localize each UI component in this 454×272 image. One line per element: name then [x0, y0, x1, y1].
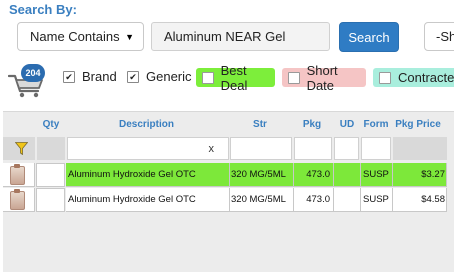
- header-str[interactable]: Str: [229, 112, 291, 137]
- qty-input[interactable]: [36, 188, 65, 212]
- search-input[interactable]: Aluminum NEAR Gel: [151, 22, 330, 51]
- short-date-label: Short Date: [306, 62, 338, 93]
- pkg-filter-input[interactable]: [294, 137, 332, 160]
- clear-filter-icon[interactable]: x: [209, 143, 215, 155]
- table-row[interactable]: Aluminum Hydroxide Gel OTC 320 MG/5ML 47…: [3, 163, 454, 187]
- best-deal-checkbox[interactable]: [202, 71, 214, 84]
- funnel-icon[interactable]: [15, 142, 28, 155]
- search-button-label: Search: [348, 29, 390, 45]
- ud-cell: [334, 188, 361, 212]
- generic-label: Generic: [146, 69, 192, 84]
- header-description[interactable]: Description: [65, 112, 228, 137]
- form-cell: SUSP: [361, 163, 393, 187]
- form-cell: SUSP: [361, 188, 393, 212]
- str-cell: 320 MG/5ML: [230, 163, 294, 187]
- str-cell: 320 MG/5ML: [230, 188, 294, 212]
- table-row[interactable]: Aluminum Hydroxide Gel OTC 320 MG/5ML 47…: [3, 188, 454, 212]
- chevron-down-icon: ▼: [125, 32, 134, 42]
- cart-count-badge: 204: [21, 64, 45, 82]
- price-filter: [393, 137, 447, 160]
- str-filter-input[interactable]: [230, 137, 292, 160]
- short-date-checkbox[interactable]: [288, 71, 300, 84]
- filter-row: x: [3, 137, 454, 161]
- header-pkg[interactable]: Pkg: [293, 112, 331, 137]
- best-deal-label: Best Deal: [220, 62, 248, 93]
- description-cell[interactable]: Aluminum Hydroxide Gel OTC: [66, 188, 230, 212]
- results-grid: Qty Description Str Pkg UD Form Pkg Pric…: [3, 111, 454, 272]
- brand-label: Brand: [82, 69, 117, 84]
- description-filter-input[interactable]: x: [67, 137, 229, 160]
- product-bottle-icon: [10, 189, 25, 210]
- contracted-label: Contracted: [398, 70, 454, 85]
- qty-filter: [37, 137, 65, 160]
- search-input-value: Aluminum NEAR Gel: [164, 29, 286, 44]
- header-form[interactable]: Form: [361, 112, 391, 137]
- qty-input[interactable]: [36, 163, 65, 187]
- search-by-label: Search By:: [9, 2, 77, 17]
- product-bottle-icon: [10, 164, 25, 185]
- sort-select[interactable]: -Sh: [424, 22, 454, 51]
- ud-cell: [334, 163, 361, 187]
- search-button[interactable]: Search: [339, 22, 399, 52]
- form-filter-input[interactable]: [361, 137, 391, 160]
- header-ud[interactable]: UD: [334, 112, 360, 137]
- price-cell: $3.27: [393, 163, 447, 187]
- short-date-filter[interactable]: Short Date: [282, 63, 366, 93]
- description-cell[interactable]: Aluminum Hydroxide Gel OTC: [66, 163, 230, 187]
- header-qty[interactable]: Qty: [37, 112, 65, 137]
- sort-select-value: -Sh: [436, 29, 454, 44]
- search-mode-value: Name Contains: [30, 29, 120, 44]
- best-deal-filter[interactable]: Best Deal: [196, 63, 275, 93]
- price-cell: $4.58: [393, 188, 447, 212]
- ud-filter-input[interactable]: [334, 137, 359, 160]
- pkg-cell: 473.0: [294, 188, 334, 212]
- product-image-cell[interactable]: [3, 188, 35, 212]
- brand-checkbox[interactable]: ✔: [63, 71, 75, 83]
- search-mode-select[interactable]: Name Contains ▼: [17, 22, 144, 51]
- contracted-filter[interactable]: Contracted: [373, 68, 454, 87]
- pkg-cell: 473.0: [294, 163, 334, 187]
- filter-icon-cell[interactable]: [3, 137, 35, 160]
- generic-checkbox[interactable]: ✔: [127, 71, 139, 83]
- header-pkg-price[interactable]: Pkg Price: [393, 112, 443, 137]
- product-image-cell[interactable]: [3, 163, 35, 187]
- contracted-checkbox[interactable]: [379, 71, 391, 84]
